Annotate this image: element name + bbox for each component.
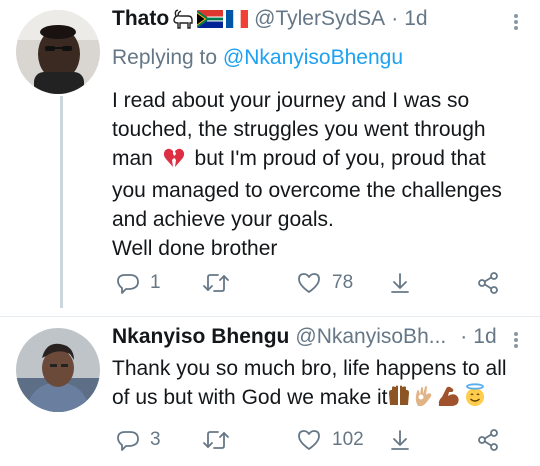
tweet-line: I read about your journey and I was so	[112, 89, 470, 112]
replying-handle-link[interactable]: @NkanyisoBhengu	[223, 46, 403, 69]
tweet-line-part: but I'm proud of you, proud that	[194, 147, 486, 170]
separator-dot: ·	[391, 7, 399, 30]
avatar[interactable]	[16, 10, 100, 94]
retweet-button[interactable]	[202, 268, 240, 298]
tweet-line: touched, the struggles you went through	[112, 118, 486, 141]
action-bar: 1 78	[112, 268, 512, 298]
share-icon	[388, 271, 412, 295]
replying-prefix: Replying to	[112, 46, 218, 69]
like-icon	[296, 271, 322, 295]
tweet-thato[interactable]: Thato @TylerSydSA · 1d Replying to @Nkan…	[0, 0, 540, 316]
retweet-button[interactable]	[202, 425, 240, 455]
retweet-icon	[202, 428, 230, 452]
reply-button[interactable]: 3	[116, 425, 161, 455]
handle[interactable]: @NkanyisoBh...	[295, 325, 446, 349]
raised-hands-emoji	[387, 385, 411, 415]
south-africa-flag	[197, 10, 224, 28]
timestamp[interactable]: 1d	[404, 7, 427, 31]
handle[interactable]: @TylerSydSA	[254, 7, 385, 31]
tweet-line: Well done brother	[112, 237, 278, 260]
like-button[interactable]: 78	[296, 268, 353, 298]
tweet-nkanyiso[interactable]: Nkanyiso Bhengu @NkanyisoBh... · 1d Than…	[0, 318, 540, 466]
tweet-text: I read about your journey and I was so t…	[112, 86, 502, 263]
broken-heart-emoji	[163, 147, 185, 176]
download-button[interactable]	[388, 268, 412, 298]
avatar[interactable]	[16, 328, 100, 412]
tweet-line-part: man	[112, 147, 153, 170]
like-button[interactable]: 102	[296, 425, 364, 455]
reply-count: 3	[150, 429, 161, 450]
share-nodes-icon	[476, 428, 500, 452]
tweet-text: Thank you so much bro, life happens to a…	[112, 354, 507, 415]
separator-dot: ·	[460, 325, 468, 348]
flexed-biceps-emoji	[437, 385, 461, 415]
more-icon[interactable]	[506, 330, 526, 352]
more-icon[interactable]	[506, 12, 526, 34]
display-name[interactable]: Nkanyiso Bhengu	[112, 325, 289, 349]
reply-icon	[116, 428, 140, 452]
tweet-line: man but I'm proud of you, proud that	[112, 144, 502, 176]
goat-emoji	[171, 8, 195, 30]
share-icon	[388, 428, 412, 452]
tweet-line-part: of us but with God we make it	[112, 386, 388, 409]
tweet-line: Thank you so much bro, life happens to a…	[112, 357, 507, 380]
replying-to: Replying to @NkanyisoBhengu	[112, 46, 403, 70]
share-button[interactable]	[476, 425, 500, 455]
ok-hand-emoji	[413, 385, 435, 415]
reply-icon	[116, 271, 140, 295]
reply-count: 1	[150, 272, 161, 293]
timestamp[interactable]: 1d	[473, 325, 496, 349]
tweet-header: Thato @TylerSydSA · 1d	[112, 4, 428, 34]
share-nodes-icon	[476, 271, 500, 295]
smiling-face-with-halo-emoji	[463, 383, 487, 415]
tweet-line: you managed to overcome the challenges	[112, 179, 502, 202]
action-bar: 3 102	[112, 425, 512, 455]
share-button[interactable]	[476, 268, 500, 298]
thread-line	[60, 96, 63, 308]
france-flag	[226, 10, 249, 28]
tweet-divider	[0, 316, 540, 317]
tweet-header: Nkanyiso Bhengu @NkanyisoBh... · 1d	[112, 322, 497, 352]
like-icon	[296, 428, 322, 452]
like-count: 102	[332, 429, 364, 450]
display-name[interactable]: Thato	[112, 7, 169, 31]
like-count: 78	[332, 272, 354, 293]
retweet-icon	[202, 271, 230, 295]
download-button[interactable]	[388, 425, 412, 455]
reply-button[interactable]: 1	[116, 268, 161, 298]
tweet-line: of us but with God we make it	[112, 383, 507, 415]
tweet-line: and achieve your goals.	[112, 208, 334, 231]
